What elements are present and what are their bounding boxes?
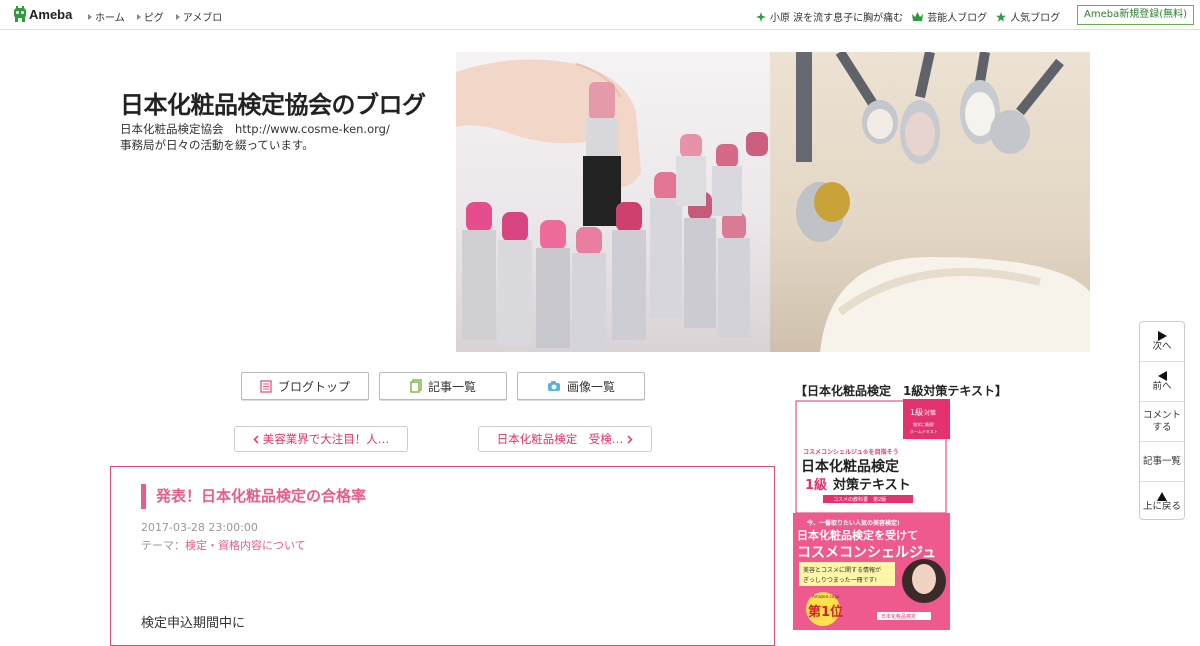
image-list-button[interactable]: 画像一覧: [517, 372, 645, 400]
entry-body-text: 検定申込期間中に: [141, 616, 246, 631]
book-badge-bottom: 対策: [924, 409, 936, 417]
entry-theme-prefix: テーマ：: [141, 539, 185, 552]
play-left-icon: [1157, 370, 1167, 381]
ameba-logo[interactable]: Ameba: [13, 6, 72, 23]
next-page-label: 次へ: [1152, 340, 1172, 352]
back-to-top-button[interactable]: 上に戻る: [1140, 482, 1184, 522]
book-lower-kicker: 今、一番取りたい人気の美容検定!: [806, 519, 900, 527]
entry-date: 2017-03-28 23:00:00: [141, 521, 258, 534]
document-icon: [260, 379, 272, 393]
book-kicker: コスメコンシェルジュ®を目指そう: [803, 448, 899, 456]
trending-topic-link[interactable]: 小原 涙を流す息子に胸が痛む: [756, 9, 903, 24]
entry-list-button[interactable]: 記事一覧: [379, 372, 507, 400]
book-lower-title: 日本化粧品検定を受けて: [797, 528, 918, 542]
nav-pigg-link[interactable]: ピグ: [136, 9, 164, 24]
lipstick-photo: [456, 52, 770, 352]
play-right-icon: [1157, 330, 1167, 341]
celebrity-blog-link[interactable]: 芸能人ブログ: [912, 9, 987, 24]
textbook-cover-image[interactable]: 1級 対策 独学に最適! ホームテキスト コスメコンシェルジュ®を目指そう 日本…: [793, 399, 950, 630]
back-to-top-label: 上に戻る: [1142, 500, 1181, 512]
next-entry-label: 日本化粧品検定 受検…: [496, 432, 624, 446]
blog-description-line-1: 日本化粧品検定協会 http://www.cosme-ken.org/: [120, 122, 390, 136]
header-links: 小原 涙を流す息子に胸が痛む 芸能人ブログ 人気ブログ: [756, 9, 1060, 24]
popular-blog-label: 人気ブログ: [1010, 13, 1061, 24]
nav-ameblo-link[interactable]: アメブロ: [175, 9, 223, 24]
nav-home-label: ホーム: [95, 13, 125, 24]
blog-top-label: ブログトップ: [277, 379, 350, 394]
nav-home-link[interactable]: ホーム: [88, 9, 125, 24]
entry-theme: テーマ：検定・資格内容について: [141, 537, 306, 553]
book-title-line-1: 日本化粧品検定: [801, 458, 899, 475]
book-lower-big: コスメコンシェルジュ: [797, 545, 936, 561]
sparkle-icon: [756, 11, 766, 22]
cream-spoons-photo: [770, 52, 1090, 352]
triangle-up-icon: [1157, 491, 1167, 501]
next-page-button[interactable]: 次へ: [1140, 322, 1184, 362]
entry-list-float-button[interactable]: 記事一覧: [1140, 442, 1184, 482]
header-image: [456, 52, 1090, 352]
camera-icon: [547, 381, 560, 391]
comment-button[interactable]: コメントする: [1140, 402, 1184, 442]
trending-topic-label: 小原 涙を流す息子に胸が痛む: [770, 13, 904, 24]
entry-list-float-label: 記事一覧: [1142, 455, 1181, 467]
prev-entry-link[interactable]: 美容業界で大注目！人…: [234, 426, 408, 452]
comment-label: コメントする: [1143, 409, 1182, 433]
ameba-mascot-icon: [14, 6, 26, 22]
crown-icon: [912, 12, 924, 21]
blog-description-line-2: 事務局が日々の活動を綴っています。: [120, 138, 314, 152]
book-brand: 日本化粧品検定: [881, 613, 916, 620]
entry-theme-link[interactable]: 検定・資格内容について: [185, 539, 306, 552]
book-series: コスメの教科書 第2版: [833, 496, 886, 503]
next-entry-link[interactable]: 日本化粧品検定 受検…: [478, 426, 652, 452]
chevron-left-icon: [253, 434, 259, 444]
popular-blog-link[interactable]: 人気ブログ: [996, 9, 1060, 24]
blog-description: 日本化粧品検定協会 http://www.cosme-ken.org/ 事務局が…: [120, 121, 450, 153]
book-badge-note-2: ホームテキスト: [910, 428, 938, 434]
logo-text: Ameba: [29, 7, 73, 22]
triangle-right-icon: [88, 13, 92, 20]
chevron-right-icon: [627, 434, 633, 444]
star-icon: [996, 11, 1007, 22]
book-rank: 第1位: [808, 604, 843, 620]
triangle-right-icon: [175, 13, 180, 20]
book-title-accent: 1級: [805, 477, 827, 493]
book-lower-sub-2: ぎっしりつまった一冊です!: [803, 576, 877, 584]
entry-article: 発表！日本化粧品検定の合格率 2017-03-28 23:00:00 テーマ：検…: [110, 466, 775, 646]
image-list-label: 画像一覧: [566, 379, 615, 394]
nav-pigg-label: ピグ: [143, 13, 164, 24]
prev-page-button[interactable]: 前へ: [1140, 362, 1184, 402]
global-nav: ホーム ピグ アメブロ: [88, 9, 222, 24]
book-badge-top: 1級: [910, 407, 923, 417]
signup-button[interactable]: Ameba新規登録(無料): [1077, 5, 1195, 25]
entry-title[interactable]: 発表！日本化粧品検定の合格率: [141, 484, 366, 509]
celebrity-blog-label: 芸能人ブログ: [927, 13, 988, 24]
book-rank-label: Amazon.co.jp: [812, 594, 839, 599]
prev-entry-label: 美容業界で大注目！人…: [262, 432, 390, 446]
book-lower-sub-1: 美容とコスメに関する情報が: [803, 566, 881, 574]
floating-page-nav: 次へ 前へ コメントする 記事一覧 上に戻る: [1139, 321, 1185, 520]
book-title-line-2: 対策テキスト: [832, 477, 911, 493]
sidebar-widget-title: 【日本化粧品検定 1級対策テキスト】: [795, 384, 1007, 398]
book-badge-note-1: 独学に最適!: [913, 421, 935, 427]
blog-top-button[interactable]: ブログトップ: [241, 372, 369, 400]
prev-page-label: 前へ: [1152, 380, 1172, 392]
blog-title[interactable]: 日本化粧品検定協会のブログ: [120, 85, 426, 120]
nav-ameblo-label: アメブロ: [182, 13, 223, 24]
entry-list-label: 記事一覧: [427, 379, 476, 394]
copy-pages-icon: [410, 379, 422, 393]
triangle-right-icon: [136, 13, 141, 20]
global-header: Ameba ホーム ピグ アメブロ 小原 涙を流す息子に胸が痛む 芸能人ブログ …: [0, 0, 1200, 30]
